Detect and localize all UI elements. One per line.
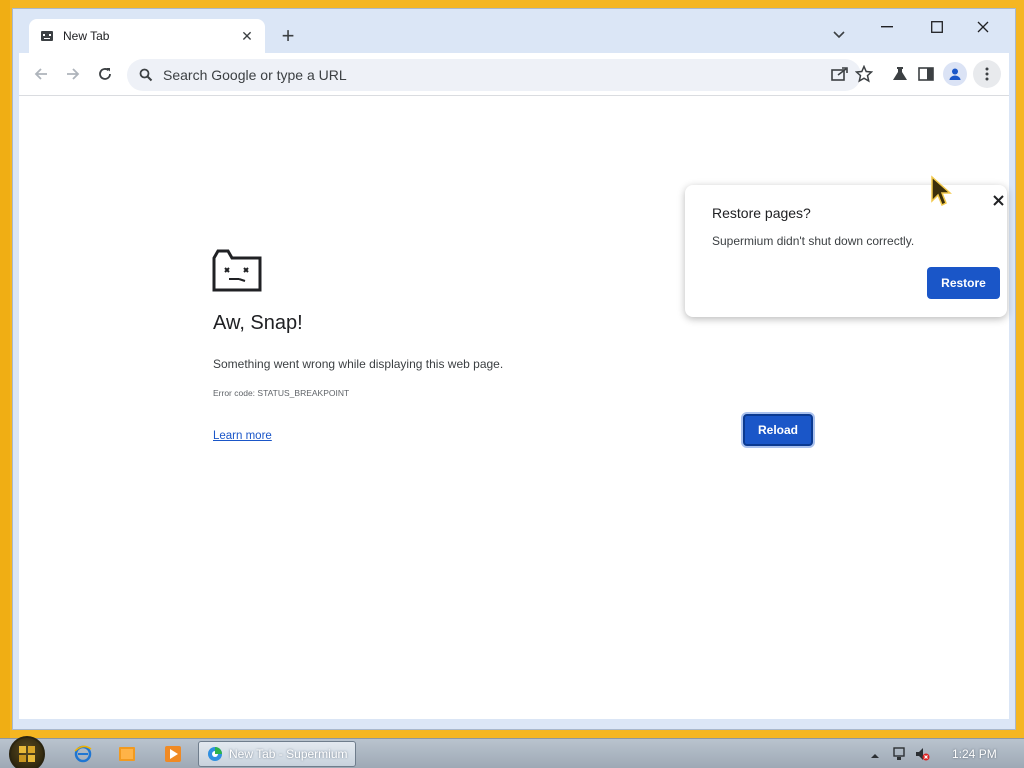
tab-close-icon[interactable]: ✕ [239, 28, 255, 45]
restore-button[interactable]: Restore [927, 267, 1000, 299]
dialog-message: Supermium didn't shut down correctly. [712, 234, 915, 248]
kebab-menu-icon[interactable] [973, 60, 1001, 88]
system-clock: 1:24 PM [952, 747, 997, 761]
labs-flask-icon[interactable] [889, 63, 911, 85]
forward-arrow-icon[interactable] [61, 62, 85, 86]
tab-strip: New Tab ✕ + [13, 9, 1015, 53]
media-player-icon[interactable] [164, 745, 182, 763]
reload-button[interactable]: Reload [743, 414, 813, 446]
browser-window: New Tab ✕ + Search Google or type a URL … [12, 8, 1016, 730]
share-icon[interactable] [829, 63, 851, 85]
taskbar-window-supermium[interactable]: New Tab - Supermium [198, 741, 356, 767]
profile-avatar-icon[interactable] [943, 62, 967, 86]
toolbar: Search Google or type a URL [19, 53, 1009, 95]
maximize-button[interactable] [917, 15, 957, 39]
taskbar-window-label: New Tab - Supermium [229, 747, 348, 761]
tab-search-chevron-icon[interactable] [829, 25, 849, 45]
folder-icon[interactable] [118, 745, 136, 763]
omnibox[interactable]: Search Google or type a URL [127, 59, 861, 91]
restore-pages-dialog: Restore pages? Supermium didn't shut dow… [685, 185, 1007, 317]
desktop-background [0, 0, 10, 738]
start-button[interactable] [9, 736, 45, 768]
omnibox-placeholder: Search Google or type a URL [163, 67, 347, 83]
network-icon[interactable] [892, 746, 908, 762]
dialog-close-icon[interactable] [990, 192, 1006, 208]
taskbar: New Tab - Supermium 1:24 PM [0, 736, 1024, 768]
page-content: Aw, Snap! Something went wrong while dis… [19, 95, 1009, 719]
minimize-button[interactable] [867, 15, 907, 39]
volume-muted-icon[interactable] [914, 746, 930, 762]
error-code: Error code: STATUS_BREAKPOINT [213, 388, 350, 398]
dialog-title: Restore pages? [712, 205, 811, 221]
internet-explorer-icon[interactable] [74, 745, 92, 763]
sad-tab-favicon-icon [39, 28, 55, 44]
show-hidden-icons-icon[interactable] [870, 748, 880, 758]
tab-new-tab[interactable]: New Tab ✕ [29, 19, 265, 53]
tab-title: New Tab [63, 29, 110, 43]
error-title: Aw, Snap! [213, 312, 303, 334]
back-arrow-icon[interactable] [29, 62, 53, 86]
side-panel-icon[interactable] [915, 63, 937, 85]
sad-tab-icon [212, 248, 262, 292]
mouse-cursor-icon [930, 175, 952, 207]
reload-icon[interactable] [93, 62, 117, 86]
search-icon [139, 67, 155, 83]
close-window-button[interactable] [963, 15, 1003, 39]
error-message: Something went wrong while displaying th… [213, 357, 504, 371]
supermium-browser-icon [207, 746, 223, 762]
bookmark-star-icon[interactable] [853, 63, 875, 85]
new-tab-button[interactable]: + [275, 23, 301, 49]
learn-more-link[interactable]: Learn more [213, 430, 272, 442]
